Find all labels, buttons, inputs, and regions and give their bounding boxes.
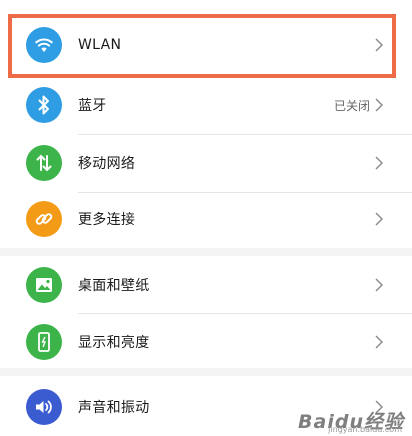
settings-item-desktop-wallpaper[interactable]: 桌面和壁纸 xyxy=(0,256,412,314)
settings-screen: WLAN 蓝牙 已关闭 移动网络 更多连接 桌面和壁纸 显示和亮度 声音和振动 … xyxy=(0,0,412,436)
link-icon xyxy=(26,201,62,237)
display-icon xyxy=(26,324,62,360)
settings-item-label: WLAN xyxy=(78,37,122,53)
sound-icon xyxy=(26,389,62,425)
display-group: 桌面和壁纸 显示和亮度 xyxy=(0,256,412,368)
settings-item-bluetooth[interactable]: 蓝牙 已关闭 xyxy=(0,76,412,134)
watermark-url: jingyan.baidu.com xyxy=(328,425,402,434)
settings-item-more-connections[interactable]: 更多连接 xyxy=(0,190,412,248)
settings-item-label: 桌面和壁纸 xyxy=(78,278,150,294)
connectivity-group: WLAN 蓝牙 已关闭 移动网络 更多连接 xyxy=(0,0,412,248)
settings-item-mobile-network[interactable]: 移动网络 xyxy=(0,134,412,192)
chevron-right-icon xyxy=(375,38,383,52)
settings-item-label: 声音和振动 xyxy=(78,400,150,416)
settings-item-display-brightness[interactable]: 显示和亮度 xyxy=(0,313,412,371)
mobile-data-icon xyxy=(26,145,62,181)
settings-item-label: 显示和亮度 xyxy=(78,335,150,351)
settings-item-wlan[interactable]: WLAN xyxy=(0,16,412,74)
wallpaper-icon xyxy=(26,267,62,303)
chevron-right-icon xyxy=(375,156,383,170)
baidu-jingyan-watermark: Baidu经验 jingyan.baidu.com xyxy=(298,396,404,434)
chevron-right-icon xyxy=(375,278,383,292)
chevron-right-icon xyxy=(375,212,383,226)
bluetooth-status: 已关闭 xyxy=(333,98,370,113)
bluetooth-icon xyxy=(26,87,62,123)
chevron-right-icon xyxy=(375,335,383,349)
settings-item-label: 移动网络 xyxy=(78,156,136,172)
settings-item-label: 蓝牙 xyxy=(78,98,107,114)
settings-item-label: 更多连接 xyxy=(78,212,136,228)
wifi-icon xyxy=(26,27,62,63)
chevron-right-icon xyxy=(375,98,383,112)
